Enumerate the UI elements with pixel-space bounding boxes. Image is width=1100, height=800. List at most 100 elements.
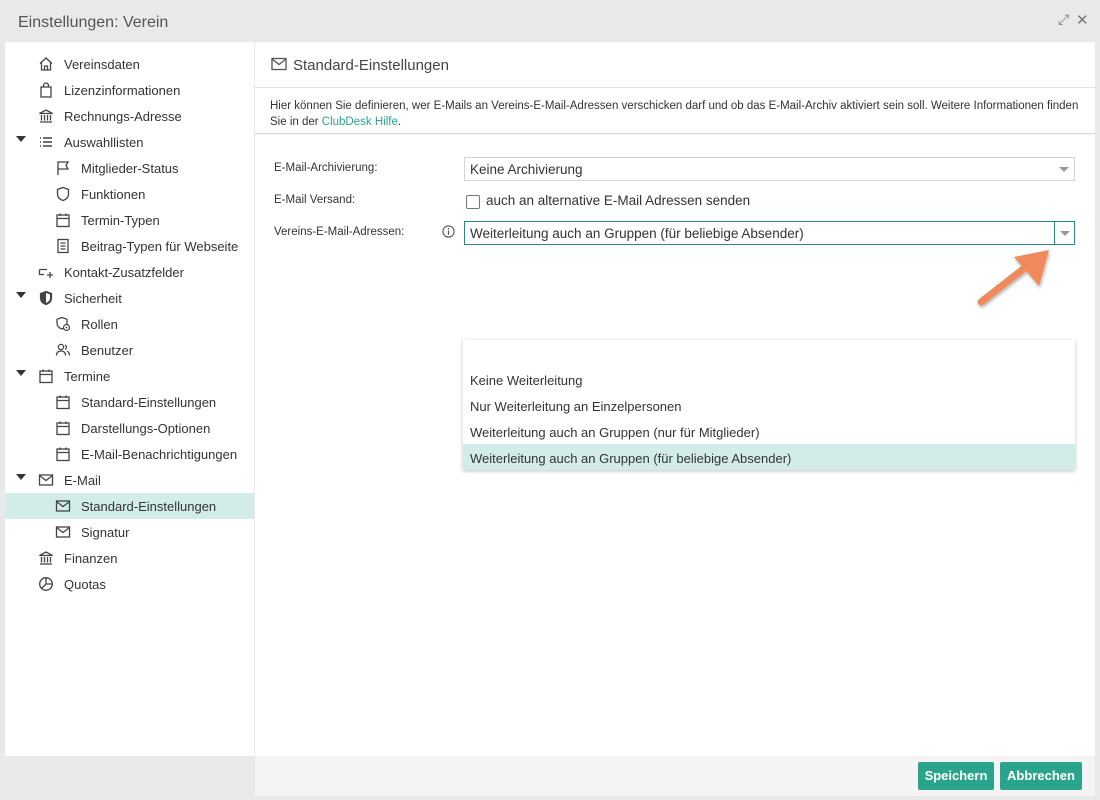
calendar-icon [55, 394, 71, 410]
archiving-label: E-Mail-Archivierung: [274, 162, 378, 174]
sidebar-item-finanzen[interactable]: Finanzen [5, 545, 254, 571]
sidebar-item-email[interactable]: E-Mail [5, 467, 254, 493]
field-plus-icon [38, 264, 54, 280]
sidebar-item-label: Signatur [81, 525, 130, 540]
archiving-select[interactable]: Keine Archivierung [464, 157, 1075, 181]
calendar-icon [55, 420, 71, 436]
sidebar-item-label: Termin-Typen [81, 213, 160, 228]
dropdown-option[interactable]: Keine Weiterleitung [463, 366, 1075, 392]
close-icon[interactable]: ✕ [1076, 11, 1089, 29]
sidebar-item-label: Sicherheit [64, 291, 122, 306]
save-button[interactable]: Speichern [918, 762, 994, 790]
sidebar-item-label: Auswahllisten [64, 135, 144, 150]
sidebar-item-quotas[interactable]: Quotas [5, 571, 254, 597]
addresses-value[interactable]: Weiterleitung auch an Gruppen (für belie… [470, 226, 804, 241]
expand-toggle-icon[interactable] [16, 474, 26, 480]
bank-icon [38, 550, 54, 566]
title-bar: Einstellungen: Verein ⤢ ✕ [0, 0, 1100, 42]
mail-icon [55, 524, 71, 540]
sidebar-item-label: E-Mail [64, 473, 101, 488]
mail-icon [55, 498, 71, 514]
pie-chart-icon [38, 576, 54, 592]
sidebar-item-label: Darstellungs-Optionen [81, 421, 211, 436]
main-panel: Standard-Einstellungen Hier können Sie d… [255, 42, 1095, 756]
home-icon [38, 56, 54, 72]
dropdown-option[interactable]: Nur Weiterleitung an Einzelpersonen [463, 392, 1075, 418]
addresses-dropdown-list: Keine Weiterleitung Nur Weiterleitung an… [463, 340, 1075, 470]
alternative-address-label[interactable]: auch an alternative E-Mail Adressen send… [486, 193, 750, 208]
expand-toggle-icon[interactable] [16, 292, 26, 298]
sidebar-item-termine-standard-einstellungen[interactable]: Standard-Einstellungen [5, 389, 254, 415]
dropdown-option[interactable]: Weiterleitung auch an Gruppen (nur für M… [463, 418, 1075, 444]
shopping-bag-icon [38, 82, 54, 98]
sidebar-item-funktionen[interactable]: Funktionen [5, 181, 254, 207]
settings-window: Einstellungen: Verein ⤢ ✕ Vereinsdaten L… [0, 0, 1100, 800]
sidebar-item-vereinsdaten[interactable]: Vereinsdaten [5, 51, 254, 77]
footer: Speichern Abbrechen [255, 756, 1095, 796]
panel-header: Standard-Einstellungen [255, 42, 1095, 88]
role-icon [55, 316, 71, 332]
settings-tree: Vereinsdaten Lizenzinformationen Rechnun… [5, 42, 254, 756]
chevron-down-icon[interactable] [1054, 158, 1074, 180]
sidebar-item-email-standard-einstellungen[interactable]: Standard-Einstellungen [5, 493, 254, 519]
sidebar-item-email-benachrichtigungen[interactable]: E-Mail-Benachrichtigungen [5, 441, 254, 467]
sidebar-item-lizenzinformationen[interactable]: Lizenzinformationen [5, 77, 254, 103]
email-addresses-select[interactable]: Weiterleitung auch an Gruppen (für belie… [464, 221, 1075, 245]
bank-icon [38, 108, 54, 124]
expand-toggle-icon[interactable] [16, 370, 26, 376]
archiving-value: Keine Archivierung [470, 162, 583, 177]
window-title: Einstellungen: Verein [18, 14, 169, 31]
chevron-down-icon[interactable] [1054, 222, 1074, 244]
sidebar-item-darstellungs-optionen[interactable]: Darstellungs-Optionen [5, 415, 254, 441]
calendar-icon [38, 368, 54, 384]
sidebar-item-termine[interactable]: Termine [5, 363, 254, 389]
flag-icon [55, 160, 71, 176]
calendar-icon [55, 212, 71, 228]
sidebar-item-label: Mitglieder-Status [81, 161, 179, 176]
sidebar-item-label: Standard-Einstellungen [81, 499, 217, 514]
users-icon [55, 342, 71, 358]
sidebar-item-label: Rollen [81, 317, 118, 332]
calendar-icon [55, 446, 71, 462]
dropdown-option-selected[interactable]: Weiterleitung auch an Gruppen (für belie… [463, 444, 1075, 470]
addresses-label: Vereins-E-Mail-Adressen: [274, 226, 405, 238]
help-link[interactable]: ClubDesk Hilfe [322, 116, 398, 128]
sidebar-item-auswahllisten[interactable]: Auswahllisten [5, 129, 254, 155]
sidebar-item-beitrag-typen[interactable]: Beitrag-Typen für Webseite [5, 233, 254, 259]
settings-form: E-Mail-Archivierung: Keine Archivierung … [255, 135, 1095, 756]
alternative-address-checkbox[interactable] [466, 195, 480, 209]
sidebar-item-label: Finanzen [64, 551, 118, 566]
sidebar-item-mitglieder-status[interactable]: Mitglieder-Status [5, 155, 254, 181]
sidebar-item-label: Lizenzinformationen [64, 83, 181, 98]
sidebar-item-signatur[interactable]: Signatur [5, 519, 254, 545]
mail-icon [38, 472, 54, 488]
info-suffix: . [397, 116, 402, 128]
sidebar-item-label: Quotas [64, 577, 106, 592]
info-icon[interactable] [442, 225, 455, 238]
sidebar-item-label: Rechnungs-Adresse [64, 109, 182, 124]
sidebar-item-label: Kontakt-Zusatzfelder [64, 265, 184, 280]
send-label: E-Mail Versand: [274, 194, 356, 206]
cancel-button[interactable]: Abbrechen [1000, 762, 1082, 790]
sidebar-item-label: E-Mail-Benachrichtigungen [81, 447, 238, 462]
sidebar-item-sicherheit[interactable]: Sicherheit [5, 285, 254, 311]
sidebar-item-label: Vereinsdaten [64, 57, 140, 72]
document-icon [55, 238, 71, 254]
list-icon [38, 134, 54, 150]
security-shield-icon [38, 290, 54, 306]
sidebar-item-label: Benutzer [81, 343, 134, 358]
sidebar-item-label: Funktionen [81, 187, 146, 202]
mail-icon [271, 57, 287, 71]
expand-toggle-icon[interactable] [16, 136, 26, 142]
sidebar-item-label: Beitrag-Typen für Webseite [81, 239, 239, 254]
expand-icon[interactable]: ⤢ [1058, 11, 1069, 28]
sidebar-item-rollen[interactable]: Rollen [5, 311, 254, 337]
sidebar-item-benutzer[interactable]: Benutzer [5, 337, 254, 363]
sidebar-item-label: Standard-Einstellungen [81, 395, 217, 410]
info-text: Hier können Sie definieren, wer E-Mails … [255, 88, 1095, 134]
sidebar-item-termin-typen[interactable]: Termin-Typen [5, 207, 254, 233]
sidebar-item-rechnungs-adresse[interactable]: Rechnungs-Adresse [5, 103, 254, 129]
panel-title: Standard-Einstellungen [293, 57, 449, 74]
sidebar-item-kontakt-zusatzfelder[interactable]: Kontakt-Zusatzfelder [5, 259, 254, 285]
shield-icon [55, 186, 71, 202]
